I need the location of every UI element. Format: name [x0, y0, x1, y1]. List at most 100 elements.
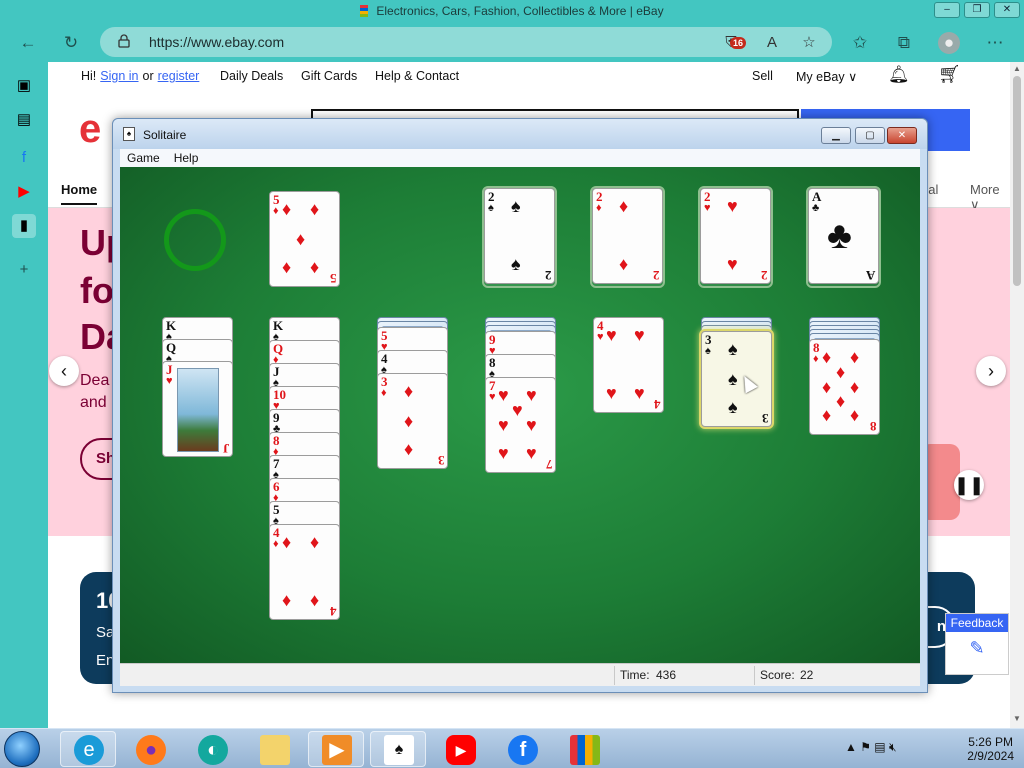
store-icon [570, 735, 600, 765]
edge-icon: e [74, 735, 104, 765]
foundation-card[interactable]: A ♣ A ♣ [808, 188, 879, 284]
profile-avatar-icon[interactable]: ● [938, 32, 960, 54]
card-suit-icon: ♦ [813, 353, 819, 365]
back-icon[interactable]: ← [17, 32, 39, 54]
solitaire-title: Solitaire [143, 128, 187, 142]
clock[interactable]: 5:26 PM 2/9/2024 [967, 735, 1014, 763]
or-text: or [142, 69, 154, 83]
solitaire-close-button[interactable]: ✕ [887, 127, 917, 144]
cart-icon[interactable]: 🛒︎ [938, 64, 961, 85]
taskbar-explorer[interactable] [246, 731, 302, 767]
scroll-thumb[interactable] [1013, 76, 1021, 286]
card-rank-bottom: 8 [869, 419, 877, 434]
card-pip-icon: ♥ [498, 443, 509, 463]
taskbar-bing[interactable]: ◐ [184, 731, 240, 767]
workspaces-icon[interactable]: ▤ [12, 108, 36, 132]
taskbar-store[interactable] [556, 731, 612, 767]
minimize-button[interactable]: – [934, 2, 960, 18]
add-shortcut-icon[interactable]: + [12, 258, 36, 282]
card-pip-icon: ♥ [498, 385, 509, 405]
waste-card[interactable]: 5 ♦ 5 ♦ ♦ ♦ ♦ ♦ [269, 191, 340, 287]
scroll-down-icon[interactable]: ▼ [1013, 714, 1021, 723]
ebay-shortcut-icon[interactable]: ▮ [12, 214, 36, 238]
notifications-bell-icon[interactable]: 🔔︎ [888, 65, 910, 85]
card-rank-bottom: 2 [652, 268, 660, 283]
close-button[interactable]: ✕ [994, 2, 1020, 18]
card-pip-icon: ♦ [310, 590, 320, 610]
tableau-card[interactable]: 3 ♦ 3 ♦ ♦ ♦ [377, 373, 448, 469]
hero-subtext-1: Dea [80, 372, 110, 389]
taskbar-solitaire[interactable]: ♠ [370, 731, 426, 767]
card-pip-icon: ♦ [836, 362, 846, 382]
help-contact-link[interactable]: Help & Contact [375, 69, 459, 83]
card-pip-icon: ♦ [619, 196, 629, 216]
tableau-card[interactable]: 4 ♥ 4 ♥ ♥ ♥ ♥ [593, 317, 664, 413]
system-tray[interactable]: ▲ ⚑ ▤ 🔇︎ [845, 740, 897, 755]
facebook-icon[interactable]: f [12, 146, 36, 170]
taskbar-facebook[interactable]: f [494, 731, 550, 767]
address-bar[interactable]: https://www.ebay.com ⛨ A ☆ [100, 27, 832, 57]
foundation-card[interactable]: 2 ♠ 2 ♠ ♠ [484, 188, 555, 284]
sell-link[interactable]: Sell [752, 69, 773, 83]
carousel-next-icon[interactable]: › [976, 356, 1006, 386]
foundation-card[interactable]: 2 ♥ 2 ♥ ♥ [700, 188, 771, 284]
start-button[interactable] [4, 731, 40, 767]
register-link[interactable]: register [158, 69, 200, 83]
gift-cards-link[interactable]: Gift Cards [301, 69, 357, 83]
read-aloud-icon[interactable]: A [761, 32, 783, 54]
card-rank-bottom: 3 [761, 411, 769, 426]
youtube-icon[interactable]: ▶ [12, 180, 36, 204]
carousel-prev-icon[interactable]: ‹ [49, 356, 79, 386]
tableau-card[interactable]: 3 ♠ 3 ♠ ♠ ♠ [701, 331, 772, 427]
refresh-icon[interactable]: ↻ [60, 32, 82, 54]
foundation-card[interactable]: 2 ♦ 2 ♦ ♦ [592, 188, 663, 284]
sign-in-link[interactable]: Sign in [100, 69, 138, 83]
card-suit-icon: ♥ [166, 375, 173, 387]
favorites-icon[interactable]: ✩ [849, 32, 871, 54]
tableau-card[interactable]: 8 ♦ 8 ♦ ♦ ♦ ♦ ♦ ♦ ♦ ♦ [809, 339, 880, 435]
tableau-card[interactable]: 4 ♦ 4 ♦ ♦ ♦ ♦ [269, 524, 340, 620]
taskbar-media-player[interactable]: ▶ [308, 731, 364, 767]
ebay-logo[interactable]: e [79, 107, 101, 152]
page-scrollbar[interactable]: ▲ ▼ [1010, 62, 1024, 728]
taskbar-youtube[interactable]: ▶ [432, 731, 488, 767]
restore-button[interactable]: ❐ [964, 2, 990, 18]
menu-game[interactable]: Game [120, 149, 167, 167]
card-pip-icon: ♦ [282, 199, 292, 219]
solitaire-title-bar[interactable]: ♠ Solitaire ▁ ▢ ✕ [113, 119, 927, 149]
add-favorite-icon[interactable]: ☆ [798, 32, 820, 54]
folder-icon [260, 735, 290, 765]
card-pip-icon: ♦ [282, 257, 292, 277]
card-pip-icon: ♥ [606, 325, 617, 345]
tracker-count-badge: 16 [730, 37, 747, 49]
taskbar-firefox[interactable]: ● [122, 731, 178, 767]
card-suit-icon: ♠ [705, 345, 711, 357]
card-pip-icon: ♥ [634, 383, 645, 403]
menu-help[interactable]: Help [167, 149, 206, 167]
carousel-pause-icon[interactable]: ❚❚ [954, 470, 984, 500]
tableau-card[interactable]: 7 ♥ 7 ♥ ♥ ♥ ♥ ♥ ♥ ♥ [485, 377, 556, 473]
hero-line-2: fo [80, 270, 114, 311]
collections-icon[interactable]: ⧉ [893, 32, 915, 54]
solitaire-minimize-button[interactable]: ▁ [821, 127, 851, 144]
solitaire-maximize-button[interactable]: ▢ [855, 127, 885, 144]
taskbar-edge[interactable]: e [60, 731, 116, 767]
top-nav: Hi! Sign in or register [81, 69, 203, 83]
window-title: Electronics, Cars, Fashion, Collectibles… [0, 4, 1024, 18]
card-rank-bottom: 4 [329, 604, 337, 619]
scroll-up-icon[interactable]: ▲ [1013, 64, 1021, 73]
tab-home[interactable]: Home [61, 182, 98, 205]
feedback-widget[interactable]: Feedback ✎ [945, 613, 1009, 675]
tab-actions-icon[interactable]: ▣ [12, 74, 36, 98]
empty-stock-icon[interactable] [164, 209, 226, 271]
daily-deals-link[interactable]: Daily Deals [220, 69, 283, 83]
tableau-card[interactable]: J ♥ J [162, 361, 233, 457]
my-ebay-link[interactable]: My eBay ∨ [796, 69, 857, 84]
settings-more-icon[interactable]: ⋯ [984, 32, 1006, 54]
card-pip-icon: ♦ [282, 532, 292, 552]
card-rank-bottom: 2 [544, 268, 552, 283]
game-table[interactable]: 5 ♦ 5 ♦ ♦ ♦ ♦ ♦ 2 ♠ 2 ♠ ♠ 2 ♦ 2 ♦ ♦ 2 ♥ 2 ♥ ♥ A ♣ A ♣ K ♠ Q ♠ J ♥ J K ♠ Q ♦ J ♠… [120, 167, 920, 663]
card-pip-icon: ♠ [728, 369, 738, 389]
edge-sidebar: ▣ ▤ f ▶ ▮ + [0, 62, 48, 728]
card-pip-icon: ♥ [634, 325, 645, 345]
